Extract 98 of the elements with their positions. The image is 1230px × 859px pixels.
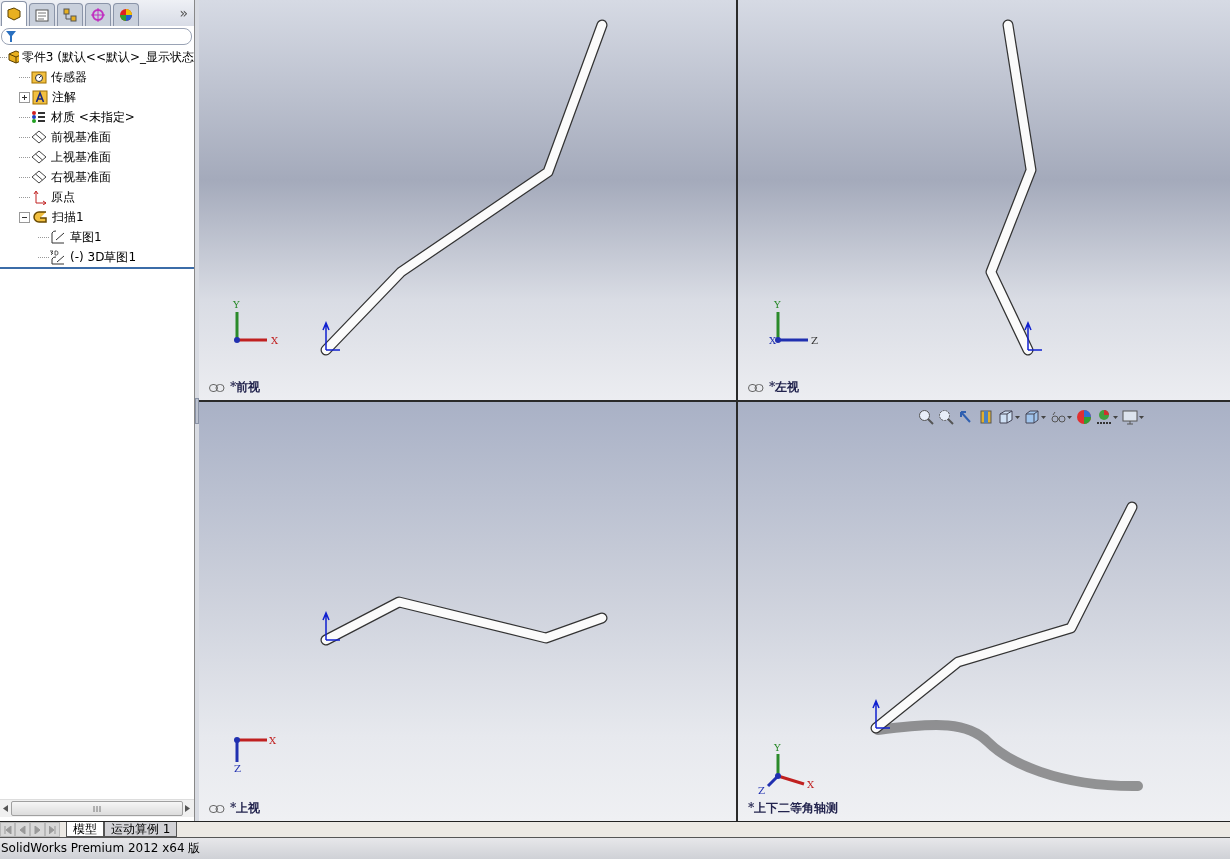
panel-tab[interactable]	[29, 3, 55, 26]
tree-item[interactable]: 注解	[52, 88, 76, 106]
panel-tab[interactable]	[113, 3, 139, 26]
axis-label: Z	[758, 785, 765, 796]
right-arrow-icon	[185, 805, 191, 812]
viewport[interactable]: Y X Z *左视	[738, 0, 1230, 400]
monitor-icon	[1122, 409, 1138, 425]
arrow-icon	[48, 825, 57, 834]
axis-label: Y	[774, 299, 781, 310]
status-text: SolidWorks Premium 2012 x64 版	[1, 840, 201, 857]
tab-scroll-button[interactable]	[30, 822, 45, 837]
view-name: *前视	[230, 379, 261, 396]
tree-item[interactable]: 原点	[51, 188, 75, 206]
part-icon	[7, 49, 19, 65]
viewport[interactable]: Y Z X *上下二等角轴测	[738, 402, 1230, 821]
viewport[interactable]: X Z *上视	[199, 402, 736, 821]
configuration-icon	[62, 7, 78, 23]
section-view-button[interactable]	[978, 408, 994, 426]
sweep-feature-icon	[31, 209, 49, 225]
bottom-tab[interactable]: 运动算例 1	[104, 822, 178, 837]
zoom-area-button[interactable]	[938, 408, 954, 426]
view-name: *上视	[230, 800, 261, 817]
magnifier-icon	[918, 409, 934, 425]
property-sheet-icon	[34, 7, 50, 23]
panel-tab[interactable]	[85, 3, 111, 26]
bottom-tab[interactable]: 模型	[66, 822, 104, 837]
panel-tab[interactable]	[57, 3, 83, 26]
horizontal-scrollbar[interactable]	[0, 799, 194, 817]
link-icon[interactable]	[748, 383, 764, 392]
color-wheel-icon	[118, 7, 134, 23]
grip-icon	[92, 805, 102, 812]
tab-scroll-button[interactable]	[15, 822, 30, 837]
expand-toggle[interactable]	[19, 211, 30, 223]
left-arrow-icon	[3, 805, 9, 812]
folder-letter-icon	[31, 89, 49, 105]
cube-icon	[998, 409, 1014, 425]
axis-label: Y	[774, 742, 781, 753]
filter-field[interactable]	[1, 28, 192, 45]
panel-tab[interactable]	[1, 1, 27, 26]
origin-axes-icon	[1024, 321, 1043, 351]
plane-icon	[30, 149, 48, 165]
more-tabs-button[interactable]: »	[179, 5, 188, 21]
feature-tree-icon	[6, 6, 22, 22]
tree-item[interactable]: 材质 <未指定>	[51, 108, 135, 126]
tree-item[interactable]: 传感器	[51, 68, 87, 86]
crosshair-icon	[90, 7, 106, 23]
splitter-handle[interactable]	[195, 397, 199, 424]
view-orientation-button[interactable]	[998, 408, 1020, 426]
zoom-fit-button[interactable]	[918, 408, 934, 426]
link-icon[interactable]	[209, 383, 225, 392]
view-settings-button[interactable]	[1122, 408, 1144, 426]
view-name: *左视	[769, 379, 800, 396]
tree-item[interactable]: 扫描1	[52, 208, 84, 226]
tab-scroll-button[interactable]	[0, 822, 15, 837]
plane-icon	[30, 129, 48, 145]
glasses-icon	[1050, 409, 1066, 425]
axis-label: X	[271, 335, 279, 346]
axis-triad-drawing	[234, 312, 267, 343]
axis-triad-drawing	[234, 737, 267, 762]
color-sphere-icon	[1076, 409, 1092, 425]
sketch-icon	[49, 229, 67, 245]
view-name: *上下二等角轴测	[748, 800, 839, 817]
tree-item[interactable]: 前视基准面	[51, 128, 111, 146]
axis-label: X	[769, 335, 777, 346]
axis-triad-drawing	[766, 754, 805, 788]
scene-icon	[1096, 409, 1112, 425]
magnifier-icon	[938, 409, 954, 425]
viewport[interactable]: Y X *前视	[199, 0, 736, 400]
axis-label: Z	[811, 335, 818, 346]
scene-button[interactable]	[1096, 408, 1118, 426]
tree-item[interactable]: (-) 3D草图1	[70, 248, 137, 266]
tree-item[interactable]: 右视基准面	[51, 168, 111, 186]
origin-axes-icon	[872, 699, 891, 729]
arrow-icon	[3, 825, 12, 834]
appearance-button[interactable]	[1076, 408, 1092, 426]
axis-label: Y	[233, 299, 240, 310]
origin-axes-icon	[322, 611, 341, 641]
arrow-icon	[958, 409, 974, 425]
axis-label: X	[269, 735, 277, 746]
folder-gauge-icon	[30, 69, 48, 85]
section-view-icon	[978, 409, 994, 425]
display-style-button[interactable]	[1024, 408, 1046, 426]
expand-toggle[interactable]	[19, 91, 30, 103]
link-icon[interactable]	[209, 804, 225, 813]
cube-icon	[1024, 409, 1040, 425]
material-icon	[30, 109, 48, 125]
axis-triad-drawing	[775, 312, 808, 343]
tab-scroll-button[interactable]	[45, 822, 60, 837]
origin-axes-icon	[322, 321, 341, 351]
tree-item[interactable]: 零件3 (默认<<默认>_显示状态	[21, 48, 194, 66]
sketch-3d-icon	[49, 249, 67, 265]
tree-item[interactable]: 上视基准面	[51, 148, 111, 166]
tree-item[interactable]: 草图1	[70, 228, 102, 246]
filter-icon	[6, 31, 16, 42]
axis-label: X	[807, 779, 815, 790]
axis-label: Z	[234, 763, 241, 774]
plus-icon	[21, 93, 28, 101]
plane-icon	[30, 169, 48, 185]
